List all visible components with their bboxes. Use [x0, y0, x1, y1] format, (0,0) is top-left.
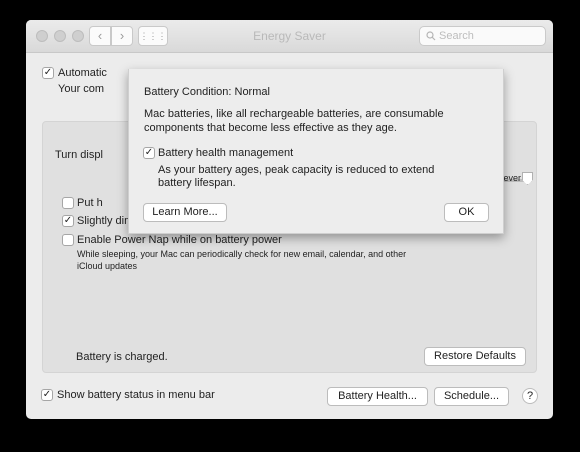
checkmark-icon: ✓ [43, 67, 53, 78]
power-nap-description-line1: While sleeping, your Mac can periodicall… [77, 249, 407, 259]
battery-description-line2: components that become less effective as… [144, 122, 397, 134]
battery-description-line1: Mac batteries, like all rechargeable bat… [144, 108, 444, 120]
power-nap-label: Enable Power Nap while on battery power [77, 234, 282, 246]
show-battery-status-label: Show battery status in menu bar [57, 389, 215, 401]
ok-button[interactable]: OK [444, 203, 489, 222]
search-icon [426, 31, 436, 41]
power-nap-description-line2: iCloud updates [77, 261, 138, 271]
schedule-button[interactable]: Schedule... [434, 387, 509, 406]
battery-health-sheet: Battery Condition: Normal Mac batteries,… [128, 69, 504, 234]
battery-condition-value: Normal [234, 86, 270, 98]
title-bar: ‹ › ⋮⋮⋮ Energy Saver Search [26, 20, 553, 53]
checkmark-icon: ✓ [144, 147, 154, 158]
battery-health-management-checkbox[interactable]: ✓ [143, 147, 155, 159]
help-button[interactable]: ? [522, 388, 538, 404]
health-management-description-line2: battery lifespan. [158, 177, 236, 189]
battery-status-text: Battery is charged. [76, 351, 168, 363]
put-hard-disks-checkbox[interactable] [62, 197, 74, 209]
power-nap-checkbox[interactable] [62, 234, 74, 246]
automatic-graphics-description: Your com [58, 83, 105, 95]
restore-defaults-button[interactable]: Restore Defaults [424, 347, 526, 366]
battery-health-button[interactable]: Battery Health... [327, 387, 428, 406]
dim-display-checkbox[interactable]: ✓ [62, 215, 74, 227]
battery-health-management-label: Battery health management [158, 147, 294, 159]
search-field[interactable]: Search [419, 26, 546, 46]
search-placeholder: Search [439, 30, 474, 42]
learn-more-button[interactable]: Learn More... [143, 203, 227, 222]
battery-condition-label: Battery Condition: [144, 86, 232, 98]
checkmark-icon: ✓ [63, 215, 73, 226]
battery-condition: Battery Condition: Normal [144, 86, 270, 98]
health-management-description-line1: As your battery ages, peak capacity is r… [158, 164, 435, 176]
checkmark-icon: ✓ [42, 389, 52, 400]
energy-saver-window: ‹ › ⋮⋮⋮ Energy Saver Search ✓ Automatic … [26, 20, 553, 419]
automatic-graphics-checkbox[interactable]: ✓ [42, 67, 54, 79]
turn-display-off-label: Turn displ [55, 149, 103, 161]
put-hard-disks-label: Put h [77, 197, 103, 209]
automatic-graphics-label: Automatic [58, 67, 107, 79]
show-battery-status-checkbox[interactable]: ✓ [41, 389, 53, 401]
